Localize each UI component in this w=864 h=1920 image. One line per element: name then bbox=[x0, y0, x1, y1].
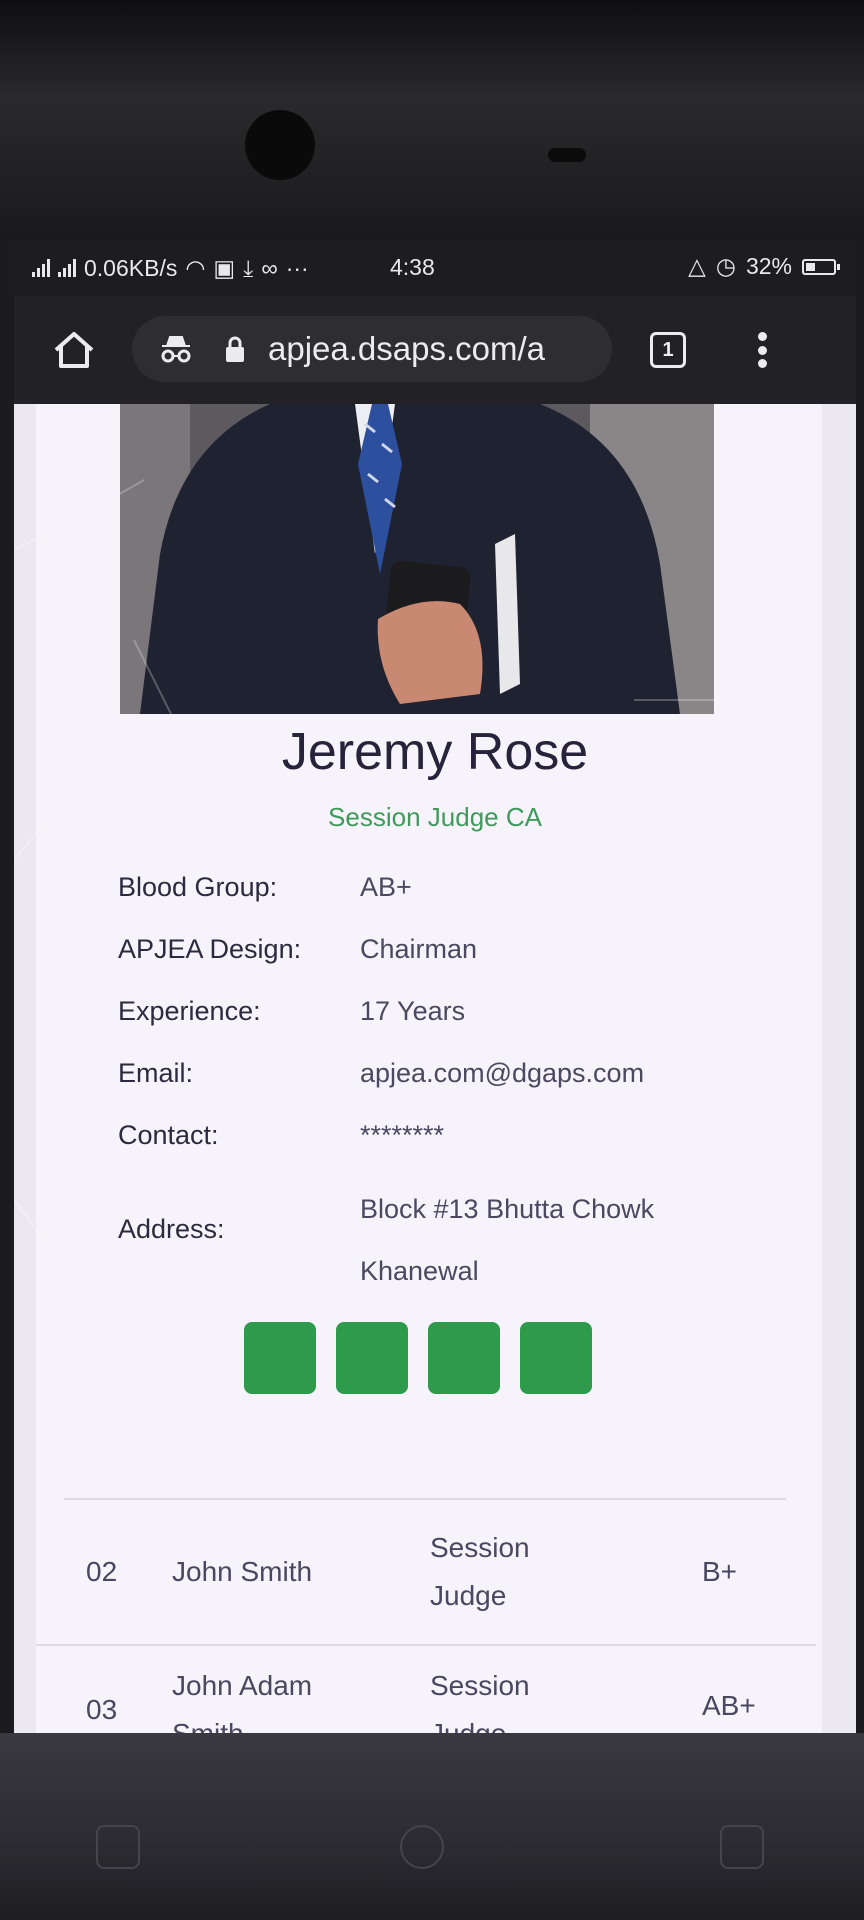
device-top-bezel bbox=[0, 0, 864, 240]
social-button-2[interactable] bbox=[336, 1322, 408, 1394]
member-name: John Smith bbox=[172, 1556, 313, 1587]
instagram-icon: ▣ bbox=[213, 254, 236, 281]
table-row[interactable]: 02 John Smith Session Judge B+ bbox=[36, 1500, 816, 1646]
detail-row-experience: Experience: 17 Years bbox=[118, 978, 758, 1040]
members-table: 02 John Smith Session Judge B+ 03 John A… bbox=[14, 1500, 856, 1733]
member-post: Session Judge bbox=[430, 1670, 530, 1733]
clock: 4:38 bbox=[390, 254, 435, 280]
address-bar[interactable]: apjea.dsaps.com/a bbox=[132, 316, 612, 382]
tab-switcher-icon[interactable]: 1 bbox=[650, 332, 686, 368]
proximity-sensor bbox=[548, 148, 586, 162]
wifi-icon: ◠ bbox=[185, 254, 206, 281]
battery-icon bbox=[802, 258, 840, 275]
camera-lens bbox=[245, 110, 315, 180]
detail-label: Email: bbox=[118, 1058, 194, 1088]
battery-percent: 32% bbox=[745, 253, 792, 279]
profile-photo bbox=[120, 404, 714, 714]
silent-icon: △ bbox=[688, 253, 706, 279]
detail-label: APJEA Design: bbox=[118, 934, 302, 964]
url-text: apjea.dsaps.com/a bbox=[268, 330, 546, 367]
social-links bbox=[244, 1322, 644, 1394]
detail-label: Experience: bbox=[118, 996, 261, 1026]
alarm-icon: ◷ bbox=[715, 253, 736, 279]
table-row[interactable]: 03 John Adam Smith Session Judge AB+ bbox=[36, 1646, 816, 1733]
detail-row-address: Address: Block #13 Bhutta Chowk Khanewal bbox=[118, 1164, 758, 1290]
profile-name: Jeremy Rose bbox=[281, 723, 589, 781]
profile-role: Session Judge CA bbox=[328, 802, 542, 832]
download-icon: ⤓ bbox=[243, 254, 254, 281]
social-button-3[interactable] bbox=[428, 1322, 500, 1394]
social-button-4[interactable] bbox=[520, 1322, 592, 1394]
detail-value: AB+ bbox=[360, 872, 412, 902]
back-key bbox=[720, 1825, 764, 1869]
status-bar: 0.06KB/s ◠ ▣ ⤓ ∞ ··· 4:38 △ ◷ 32% bbox=[14, 240, 856, 296]
member-number: 03 bbox=[86, 1694, 118, 1725]
more-notifications: ··· bbox=[285, 254, 309, 281]
profile-details: Blood Group: AB+ APJEA Design: Chairman … bbox=[118, 854, 758, 1290]
detail-value: Block #13 Bhutta Chowk Khanewal bbox=[360, 1194, 655, 1286]
member-blood-group: AB+ bbox=[702, 1690, 756, 1721]
member-blood-group: B+ bbox=[702, 1556, 738, 1587]
social-button-1[interactable] bbox=[244, 1322, 316, 1394]
member-name: John Adam Smith bbox=[172, 1670, 313, 1733]
home-key bbox=[400, 1825, 444, 1869]
lock-icon bbox=[226, 336, 244, 362]
signal-icon-2 bbox=[58, 259, 76, 277]
home-icon[interactable] bbox=[50, 326, 98, 374]
detail-value: Chairman bbox=[360, 934, 478, 964]
detail-row-blood-group: Blood Group: AB+ bbox=[118, 854, 758, 916]
detail-label: Contact: bbox=[118, 1120, 219, 1150]
member-number: 02 bbox=[86, 1556, 118, 1587]
browser-toolbar: apjea.dsaps.com/a 1 bbox=[14, 296, 856, 404]
detail-label: Blood Group: bbox=[118, 872, 278, 902]
detail-value: 17 Years bbox=[360, 996, 466, 1026]
detail-row-contact: Contact: ******** bbox=[118, 1102, 758, 1164]
network-speed: 0.06KB/s bbox=[84, 254, 178, 281]
device-bottom-bezel bbox=[0, 1733, 864, 1920]
phone-screen: 0.06KB/s ◠ ▣ ⤓ ∞ ··· 4:38 △ ◷ 32% apjea.… bbox=[14, 240, 856, 1733]
signal-icon bbox=[32, 259, 50, 277]
incognito-icon bbox=[161, 336, 191, 363]
recent-apps-key bbox=[96, 1825, 140, 1869]
incognito-small-icon: ∞ bbox=[261, 254, 278, 281]
web-page: Jeremy Rose Session Judge CA Blood Group… bbox=[14, 404, 856, 1733]
detail-value: ******** bbox=[360, 1120, 445, 1150]
detail-label: Address: bbox=[118, 1214, 225, 1244]
overflow-menu-icon[interactable] bbox=[752, 326, 772, 374]
member-post: Session Judge bbox=[430, 1532, 530, 1611]
detail-row-design: APJEA Design: Chairman bbox=[118, 916, 758, 978]
detail-row-email: Email: apjea.com@dgaps.com bbox=[118, 1040, 758, 1102]
email-link[interactable]: apjea.com@dgaps.com bbox=[360, 1058, 644, 1089]
